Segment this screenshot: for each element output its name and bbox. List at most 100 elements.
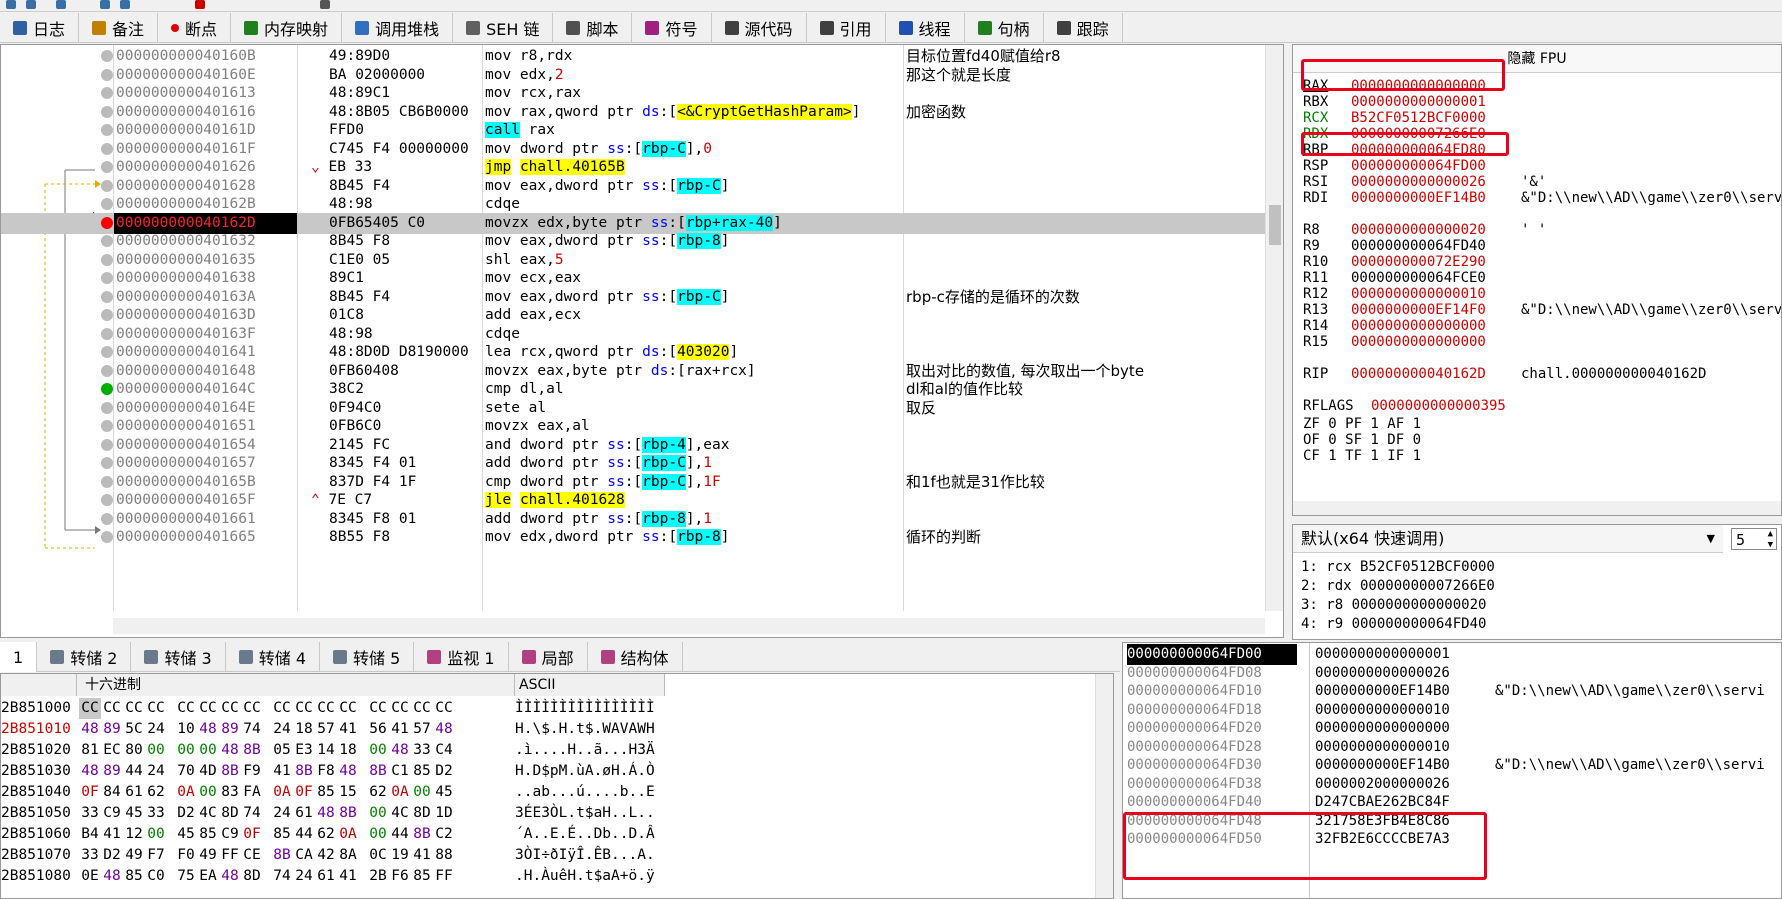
dump-vscroll[interactable] xyxy=(1095,674,1113,898)
dump-byte[interactable]: 57 xyxy=(411,719,433,740)
dump-byte[interactable]: 10 xyxy=(175,719,197,740)
dump-byte[interactable]: 83 xyxy=(219,782,241,803)
registers-panel[interactable]: 隐藏 FPU RAX 0000000000000000 RBX 00000000000… xyxy=(1292,44,1782,516)
tab-trace[interactable]: 跟踪 xyxy=(1044,13,1123,43)
breakpoint-marker[interactable] xyxy=(101,401,113,414)
dump-byte[interactable]: 00 xyxy=(367,740,389,761)
dump-byte[interactable]: 45 xyxy=(123,803,145,824)
dump-byte[interactable]: 8A xyxy=(337,845,359,866)
register-row[interactable]: RDI 0000000000EF14B0 &"D:\\new\\AD\\game\\… xyxy=(1303,189,1781,207)
disassembly-vscroll[interactable] xyxy=(1265,45,1283,611)
tab-script[interactable]: 脚本 xyxy=(553,13,633,43)
dump-byte[interactable]: CC xyxy=(79,698,101,719)
tab-dump[interactable]: 转储 3 xyxy=(131,642,226,672)
dump-byte[interactable]: 24 xyxy=(145,719,167,740)
dump-address[interactable]: 2B851000 xyxy=(1,698,76,719)
dump-byte[interactable]: 24 xyxy=(271,719,293,740)
dump-byte[interactable]: 8D xyxy=(411,803,433,824)
dump-byte[interactable]: 00 xyxy=(197,782,219,803)
tab-log[interactable]: 日志 xyxy=(0,13,80,43)
dump-byte[interactable]: 85 xyxy=(197,824,219,845)
dump-byte[interactable]: 18 xyxy=(337,740,359,761)
dump-byte[interactable]: 0C xyxy=(367,845,389,866)
dump-byte[interactable]: F7 xyxy=(145,845,167,866)
dump-byte[interactable]: 62 xyxy=(367,782,389,803)
call-convention-select[interactable]: 默认(x64 快速调用) ▼ xyxy=(1293,525,1723,553)
dump-byte[interactable]: 00 xyxy=(175,740,197,761)
tab-dump[interactable]: 转储 4 xyxy=(226,642,321,672)
spinner-arrows-icon[interactable]: ▲ ▼ xyxy=(1768,529,1773,551)
dump-byte[interactable]: 8B xyxy=(337,803,359,824)
step-into-icon[interactable] xyxy=(120,0,130,9)
dump-byte[interactable]: 8B xyxy=(411,824,433,845)
disassembly-vscroll-thumb[interactable] xyxy=(1269,205,1281,245)
dump-byte[interactable]: 44 xyxy=(123,761,145,782)
dump-byte[interactable]: 0A xyxy=(337,824,359,845)
dump-byte[interactable]: 70 xyxy=(175,761,197,782)
dump-address[interactable]: 2B851080 xyxy=(1,866,76,887)
dump-byte[interactable]: 89 xyxy=(101,761,123,782)
disassembly-panel[interactable]: 000000000040160B 49:89D0 mov r8,rdx 目标位置fd4… xyxy=(0,44,1284,638)
dump-byte[interactable]: CC xyxy=(315,698,337,719)
breakpoint-marker[interactable] xyxy=(101,68,113,81)
dump-byte[interactable]: C9 xyxy=(219,824,241,845)
dump-byte[interactable]: 33 xyxy=(145,803,167,824)
dump-byte[interactable]: 41 xyxy=(337,866,359,887)
dump-byte[interactable]: CC xyxy=(433,698,455,719)
breakpoint-marker[interactable] xyxy=(101,327,113,340)
dump-byte[interactable]: 00 xyxy=(367,803,389,824)
dump-byte[interactable]: 8B xyxy=(367,761,389,782)
dump-byte[interactable]: F0 xyxy=(175,845,197,866)
dump-byte[interactable]: CC xyxy=(337,698,359,719)
dump-byte[interactable]: 74 xyxy=(241,719,263,740)
breakpoint-marker[interactable] xyxy=(101,457,113,469)
dump-byte[interactable]: CC xyxy=(271,698,293,719)
dump-byte[interactable]: F6 xyxy=(389,866,411,887)
dump-byte[interactable]: 85 xyxy=(411,866,433,887)
breakpoint-marker[interactable] xyxy=(101,124,113,136)
dump-byte[interactable]: 85 xyxy=(411,761,433,782)
dump-address[interactable]: 2B851070 xyxy=(1,845,76,866)
dump-byte[interactable]: CC xyxy=(293,698,315,719)
dump-byte[interactable]: C4 xyxy=(433,740,455,761)
breakpoint-marker[interactable] xyxy=(101,253,113,266)
dump-byte[interactable]: 33 xyxy=(411,740,433,761)
dump-byte[interactable]: 00 xyxy=(145,824,167,845)
breakpoint-marker[interactable] xyxy=(101,142,113,155)
dump-byte[interactable]: 62 xyxy=(315,824,337,845)
dump-byte[interactable]: 81 xyxy=(79,740,101,761)
breakpoint-marker[interactable] xyxy=(101,87,113,99)
breakpoint-marker[interactable] xyxy=(101,216,113,229)
dump-byte[interactable]: 74 xyxy=(241,803,263,824)
dump-byte[interactable]: 18 xyxy=(293,719,315,740)
dump-byte[interactable]: 41 xyxy=(101,824,123,845)
dump-byte[interactable]: 57 xyxy=(315,719,337,740)
dump-byte[interactable]: C2 xyxy=(433,824,455,845)
dump-byte[interactable]: 00 xyxy=(367,824,389,845)
dump-byte[interactable]: 0F xyxy=(293,782,315,803)
breakpoint-marker[interactable] xyxy=(101,161,113,173)
tab-memory-map[interactable]: 内存映射 xyxy=(231,13,343,43)
tab-callstack[interactable]: 调用堆栈 xyxy=(342,13,454,43)
dump-byte[interactable]: 0A xyxy=(389,782,411,803)
dump-byte[interactable]: 44 xyxy=(389,824,411,845)
dump-byte[interactable]: CC xyxy=(175,698,197,719)
breakpoint-marker[interactable] xyxy=(101,475,113,488)
tab-seh[interactable]: SEH 链 xyxy=(453,13,554,43)
dump-byte[interactable]: 48 xyxy=(337,761,359,782)
dump-byte[interactable]: 48 xyxy=(197,719,219,740)
tab-locals[interactable]: 局部 xyxy=(509,642,588,672)
dump-byte[interactable]: 42 xyxy=(315,845,337,866)
tab-handle[interactable]: 句柄 xyxy=(965,13,1044,43)
step-over-icon[interactable] xyxy=(100,0,110,9)
dump-byte[interactable]: 00 xyxy=(145,740,167,761)
dump-byte[interactable]: D2 xyxy=(101,845,123,866)
dump-byte[interactable]: C1 xyxy=(389,761,411,782)
breakpoint-marker[interactable] xyxy=(101,512,113,525)
register-value[interactable]: 000000000040162D xyxy=(1351,365,1521,383)
dump-byte[interactable]: 45 xyxy=(433,782,455,803)
breakpoint-marker[interactable] xyxy=(101,531,113,543)
register-value[interactable]: 0000000000000000 xyxy=(1351,333,1521,351)
disasm-address[interactable]: 0000000000401665 xyxy=(114,527,297,548)
dump-byte[interactable]: 4D xyxy=(197,761,219,782)
